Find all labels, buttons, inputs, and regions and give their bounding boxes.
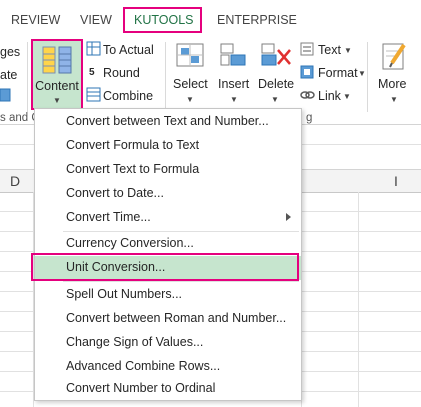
menu-item-label: Convert Time... <box>66 210 151 224</box>
ribbon-separator <box>367 42 368 112</box>
menu-item-convert-formula-to-text[interactable]: Convert Formula to Text <box>35 134 301 158</box>
menu-item-label: Convert between Roman and Number... <box>66 311 287 325</box>
content-button[interactable]: Content ▼ <box>31 39 83 110</box>
submenu-arrow-icon <box>286 213 291 221</box>
content-icon <box>42 46 72 74</box>
partial-icon <box>0 88 11 102</box>
combine-icon <box>86 87 101 102</box>
delete-icon <box>261 43 291 66</box>
tab-view[interactable]: VIEW <box>80 11 112 29</box>
menu-separator <box>63 281 299 282</box>
text-icon <box>300 42 314 56</box>
link-button[interactable]: Link <box>318 88 341 104</box>
menu-item-convert-text-to-formula[interactable]: Convert Text to Formula <box>35 158 301 182</box>
kutools-tab-highlight <box>123 7 202 33</box>
chevron-down-icon: ▼ <box>358 69 366 78</box>
format-icon <box>300 65 314 79</box>
menu-item-label: Convert to Date... <box>66 186 164 200</box>
round-button[interactable]: Round <box>103 65 140 81</box>
select-button[interactable]: Select <box>173 77 208 91</box>
menu-item-label: Currency Conversion... <box>66 236 194 250</box>
menu-item-convert-text-number[interactable]: Convert between Text and Number... <box>35 110 301 134</box>
menu-item-label: Convert Number to Ordinal <box>66 381 216 395</box>
text-button[interactable]: Text <box>318 42 341 58</box>
content-label: Content <box>35 79 79 93</box>
menu-item-convert-time[interactable]: Convert Time... <box>35 206 301 230</box>
menu-item-label: Convert Formula to Text <box>66 138 200 152</box>
ribbon-separator <box>165 42 166 112</box>
chevron-down-icon: ▼ <box>344 46 352 55</box>
group-label-mid: g <box>306 112 313 124</box>
menu-item-advanced-combine-rows[interactable]: Advanced Combine Rows... <box>35 355 301 379</box>
menu-item-convert-roman-number[interactable]: Convert between Roman and Number... <box>35 307 301 331</box>
chevron-down-icon: ▼ <box>186 95 194 104</box>
to-actual-button[interactable]: To Actual <box>103 42 154 58</box>
ribbon-tabs: REVIEW VIEW KUTOOLS ENTERPRISE <box>0 0 421 36</box>
tab-review[interactable]: REVIEW <box>11 11 60 29</box>
chevron-down-icon: ▼ <box>53 96 61 105</box>
insert-icon <box>220 43 246 66</box>
unit-conversion-highlight <box>31 253 299 281</box>
ribbon-separator <box>27 42 28 112</box>
to-actual-icon <box>86 41 101 56</box>
partial-command-top[interactable]: ges <box>0 44 20 60</box>
partial-command-mid[interactable]: ate <box>0 67 17 83</box>
column-header-d[interactable]: D <box>10 173 20 189</box>
menu-item-number-to-ordinal[interactable]: Convert Number to Ordinal <box>35 377 301 401</box>
delete-button[interactable]: Delete <box>258 77 294 91</box>
menu-item-change-sign[interactable]: Change Sign of Values... <box>35 331 301 355</box>
menu-item-label: Convert Text to Formula <box>66 162 200 176</box>
menu-item-label: Convert between Text and Number... <box>66 114 269 128</box>
chevron-down-icon: ▼ <box>343 92 351 101</box>
column-header-i[interactable]: I <box>394 173 398 189</box>
grid-line <box>358 192 359 407</box>
menu-item-label: Change Sign of Values... <box>66 335 204 349</box>
chevron-down-icon: ▼ <box>230 95 238 104</box>
link-icon <box>300 91 315 99</box>
chevron-down-icon: ▼ <box>271 95 279 104</box>
format-button[interactable]: Format <box>318 65 358 81</box>
chevron-down-icon: ▼ <box>390 95 398 104</box>
insert-button[interactable]: Insert <box>218 77 249 91</box>
combine-button[interactable]: Combine <box>103 88 153 104</box>
select-icon <box>176 43 204 67</box>
tab-enterprise[interactable]: ENTERPRISE <box>217 11 297 29</box>
more-button[interactable]: More <box>378 77 406 91</box>
menu-item-label: Advanced Combine Rows... <box>66 359 221 373</box>
round-icon: 5 <box>89 67 95 78</box>
menu-item-label: Spell Out Numbers... <box>66 287 183 301</box>
menu-item-spell-out-numbers[interactable]: Spell Out Numbers... <box>35 283 301 307</box>
more-icon <box>382 43 406 70</box>
menu-item-convert-to-date[interactable]: Convert to Date... <box>35 182 301 206</box>
